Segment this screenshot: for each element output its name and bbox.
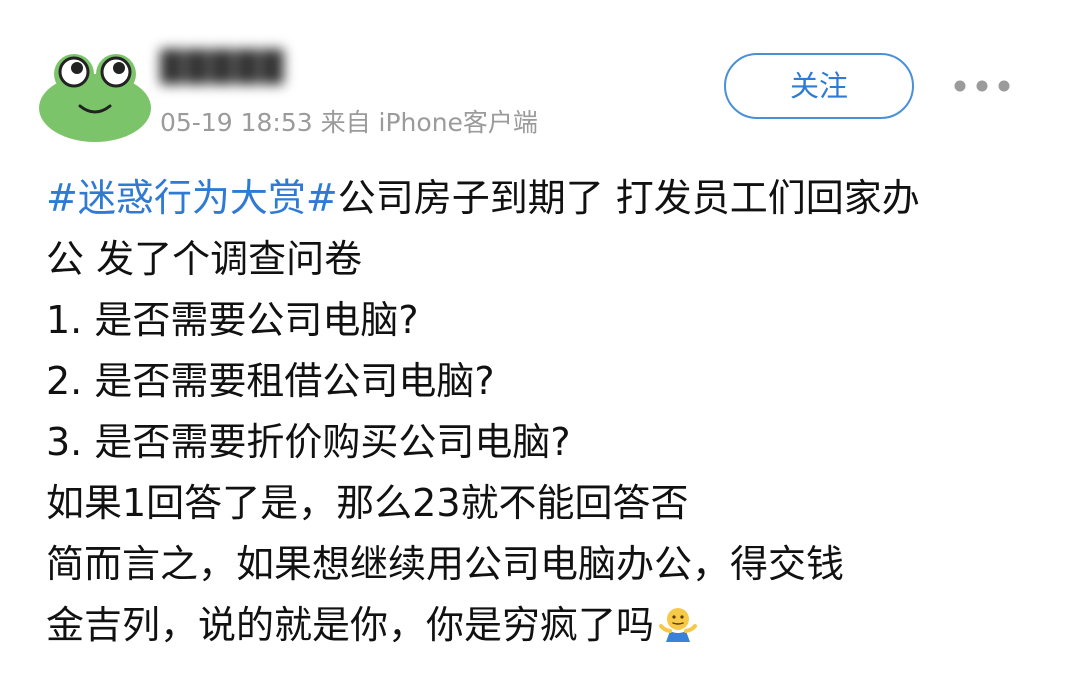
post-line-6: 如果1回答了是，那么23就不能回答否	[46, 481, 689, 525]
post-source: 来自 iPhone客户端	[320, 108, 538, 137]
post-meta: 05-19 18:53 来自 iPhone客户端	[160, 106, 538, 140]
post-line-5: 3. 是否需要折价购买公司电脑?	[46, 420, 571, 464]
post-line-8-text: 金吉列，说的就是你，你是穷疯了吗	[46, 603, 655, 647]
post-line-3: 1. 是否需要公司电脑?	[46, 298, 419, 342]
frog-avatar-icon[interactable]	[36, 44, 154, 142]
shrug-emoji-icon	[659, 608, 698, 642]
follow-button[interactable]: 关注	[724, 53, 914, 119]
post-line-8: 金吉列，说的就是你，你是穷疯了吗	[46, 595, 1046, 656]
topic-link[interactable]: #迷惑行为大赏#	[46, 176, 338, 220]
post-line-1-text: 公司房子到期了 打发员工们回家办	[337, 176, 920, 220]
weibo-post: █████ 05-19 18:53 来自 iPhone客户端 关注 #迷惑行为大…	[0, 0, 1080, 691]
author-name-text: █████	[160, 50, 286, 85]
more-dots-icon[interactable]	[948, 72, 1016, 100]
post-line-1: #迷惑行为大赏#公司房子到期了 打发员工们回家办	[46, 168, 1046, 229]
post-line-7: 简而言之，如果想继续用公司电脑办公，得交钱	[46, 542, 845, 586]
post-timestamp: 05-19 18:53	[160, 108, 313, 137]
author-name[interactable]: █████	[160, 48, 350, 88]
post-line-4: 2. 是否需要租借公司电脑?	[46, 359, 495, 403]
post-line-2: 公 发了个调查问卷	[46, 237, 363, 281]
post-body: #迷惑行为大赏#公司房子到期了 打发员工们回家办 公 发了个调查问卷 1. 是否…	[46, 168, 1046, 656]
